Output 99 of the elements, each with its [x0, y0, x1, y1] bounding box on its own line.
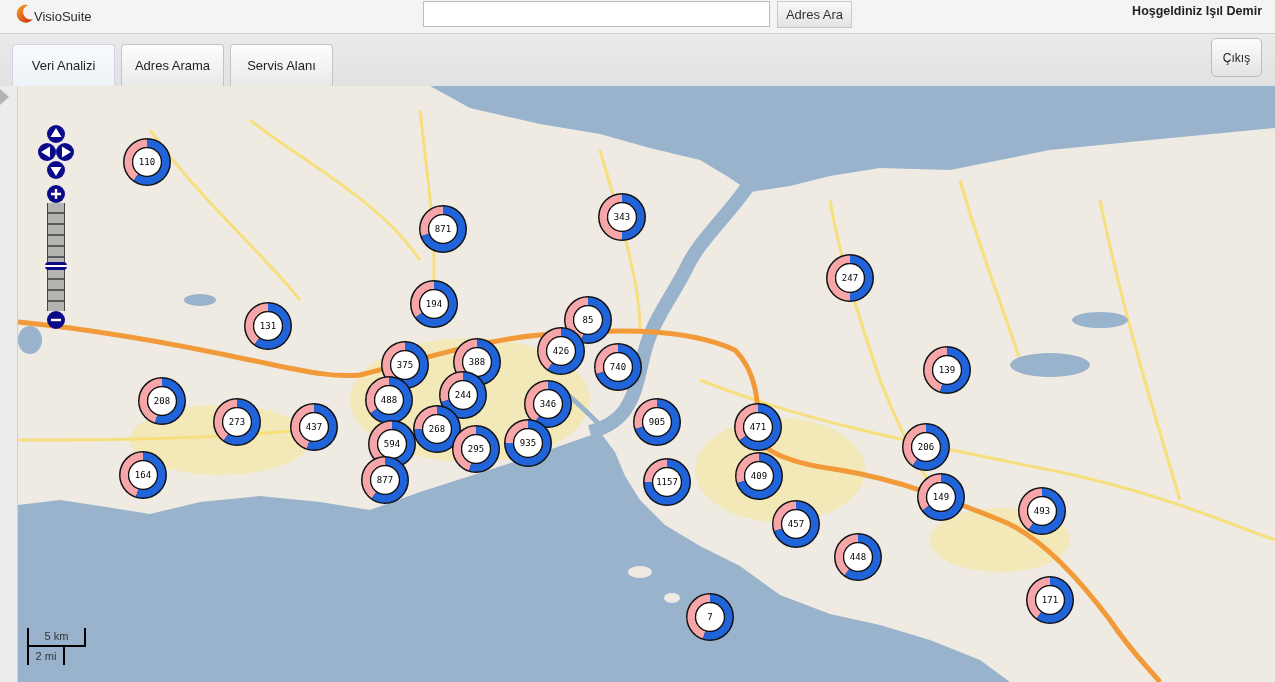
cluster-donut[interactable] [1025, 575, 1075, 625]
cluster-donut[interactable] [597, 192, 647, 242]
cluster-count: 426 [552, 346, 570, 356]
cluster-donut[interactable] [536, 326, 586, 376]
cluster-donut[interactable] [289, 402, 339, 452]
cluster-count: 139 [938, 365, 956, 375]
cluster-count: 171 [1041, 595, 1059, 605]
cluster-count: 244 [454, 390, 472, 400]
cluster-donut[interactable] [451, 424, 501, 474]
donut-slice [940, 347, 970, 393]
cluster-count: 488 [380, 395, 398, 405]
zoom-handle[interactable] [45, 262, 67, 270]
cluster-donut[interactable] [418, 204, 468, 254]
cluster-count: 409 [750, 471, 768, 481]
cluster-donut[interactable] [409, 279, 459, 329]
cluster-donut[interactable] [412, 404, 462, 454]
cluster-count: 295 [467, 444, 485, 454]
lake [18, 326, 42, 354]
cluster-donut[interactable] [734, 451, 784, 501]
pan-left-button[interactable] [38, 143, 56, 161]
cluster-donut[interactable] [916, 472, 966, 522]
cluster-count: 110 [138, 157, 156, 167]
island [628, 566, 652, 578]
cluster-count: 85 [582, 315, 594, 325]
donut-slice [687, 594, 711, 639]
cluster-donut[interactable] [438, 370, 488, 420]
cluster-donut[interactable] [901, 422, 951, 472]
cluster-count: 493 [1033, 506, 1051, 516]
tab[interactable]: Adres Arama [121, 44, 224, 86]
cluster-count: 194 [425, 299, 443, 309]
cluster-count: 149 [932, 492, 950, 502]
cluster-donut[interactable] [563, 295, 613, 345]
cluster-donut[interactable] [632, 397, 682, 447]
cluster-donut[interactable] [833, 532, 883, 582]
cluster-count: 871 [434, 224, 452, 234]
cluster-count: 268 [428, 424, 446, 434]
cluster-count: 935 [519, 438, 537, 448]
zoom-in-button[interactable] [47, 185, 65, 203]
cluster-count: 375 [396, 360, 414, 370]
cluster-count: 273 [228, 417, 246, 427]
donut-slice [469, 426, 499, 472]
island [664, 593, 680, 603]
pan-up-button[interactable] [47, 125, 65, 143]
cluster-count: 905 [648, 417, 666, 427]
cluster-count: 457 [787, 519, 805, 529]
cluster-count: 247 [841, 273, 859, 283]
cluster-donut[interactable] [523, 379, 573, 429]
cluster-donut[interactable] [137, 376, 187, 426]
cluster-count: 7 [707, 612, 713, 622]
cluster-donut[interactable] [364, 375, 414, 425]
scale-bar-imperial: 2 mi [27, 647, 65, 665]
cluster-count: 346 [539, 399, 557, 409]
cluster-count: 594 [383, 439, 401, 449]
zoom-slider[interactable] [45, 203, 67, 311]
search-button[interactable]: Adres Ara [776, 1, 853, 28]
pan-right-button[interactable] [56, 143, 74, 161]
cluster-donut[interactable] [212, 397, 262, 447]
cluster-donut[interactable] [243, 301, 293, 351]
cluster-count: 208 [153, 396, 171, 406]
cluster-count: 1157 [656, 477, 678, 487]
logo-text: VisioSuite [34, 9, 92, 24]
crescent-logo-icon [15, 3, 33, 24]
donut-slice [307, 404, 337, 450]
cluster-count: 206 [917, 442, 935, 452]
cluster-donut[interactable] [380, 340, 430, 390]
scale-bar-metric: 5 km [27, 628, 86, 647]
cluster-count: 740 [609, 362, 627, 372]
donut-slice [136, 452, 166, 498]
cluster-count: 164 [134, 470, 152, 480]
lake [184, 294, 216, 306]
cluster-donut[interactable] [118, 450, 168, 500]
cluster-donut[interactable] [733, 402, 783, 452]
cluster-donut[interactable] [593, 342, 643, 392]
cluster-count: 877 [376, 475, 394, 485]
cluster-count: 471 [749, 422, 767, 432]
zoom-out-button[interactable] [47, 311, 65, 329]
cluster-donut[interactable] [825, 253, 875, 303]
logout-button[interactable]: Çıkış [1211, 38, 1262, 77]
welcome-text: Hoşgeldiniz Işıl Demir [1132, 3, 1263, 18]
cluster-donut[interactable] [360, 455, 410, 505]
tab[interactable]: Veri Analizi [12, 44, 115, 86]
donut-slice [155, 378, 185, 424]
cluster-donut[interactable] [922, 345, 972, 395]
cluster-donut[interactable] [771, 499, 821, 549]
cluster-count: 388 [468, 357, 486, 367]
search-field[interactable] [422, 1, 770, 27]
cluster-count: 343 [613, 212, 631, 222]
tab[interactable]: Servis Alanı [230, 44, 333, 86]
cluster-donut[interactable] [122, 137, 172, 187]
cluster-donut[interactable] [642, 457, 692, 507]
lake [1072, 312, 1128, 328]
cluster-donut[interactable] [1017, 486, 1067, 536]
cluster-count: 437 [305, 422, 323, 432]
cluster-donut[interactable] [503, 418, 553, 468]
cluster-count: 448 [849, 552, 867, 562]
cluster-count: 131 [259, 321, 277, 331]
cluster-donut[interactable] [685, 592, 735, 642]
pan-down-button[interactable] [47, 161, 65, 179]
donut-slice [703, 594, 733, 640]
